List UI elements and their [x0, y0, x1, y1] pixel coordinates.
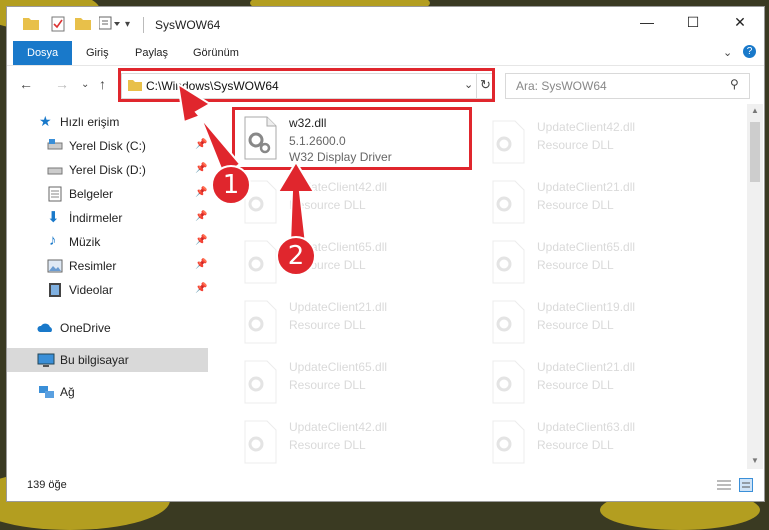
annotation-arrows	[176, 81, 316, 245]
step-1-marker: 1	[211, 165, 251, 205]
step-2-marker: 2	[276, 236, 316, 276]
